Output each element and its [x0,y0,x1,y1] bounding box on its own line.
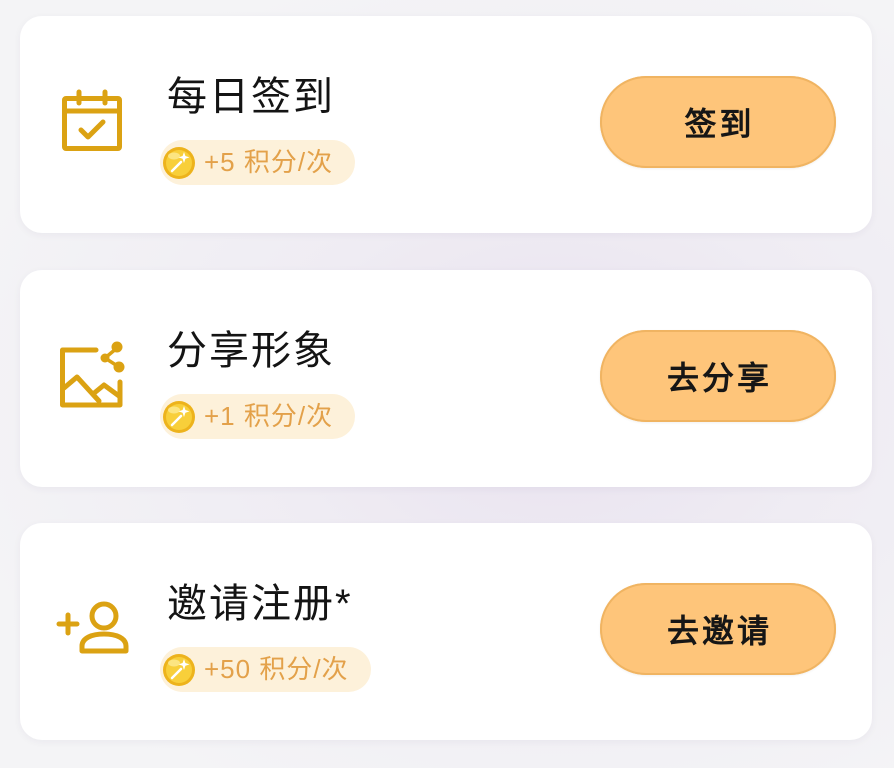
reward-text: +50 积分/次 [204,654,349,684]
share-button[interactable]: 去分享 [600,330,836,422]
reward-badge: +50 积分/次 [160,647,371,692]
checkin-button[interactable]: 签到 [600,76,836,168]
task-title: 邀请注册* [167,582,353,626]
coin-icon [162,400,196,434]
reward-badge: +1 积分/次 [160,394,356,439]
task-title: 分享形象 [167,329,335,373]
task-card-daily-checkin: 每日签到 +5 积分/次 签到 [20,16,872,233]
calendar-check-icon [60,89,124,153]
reward-badge: +5 积分/次 [160,140,356,185]
add-user-icon [55,599,131,655]
coin-icon [162,653,196,687]
reward-text: +5 积分/次 [204,147,334,177]
task-card-invite: 邀请注册* +50 积分/次 去邀请 [20,523,872,740]
image-share-icon [58,338,130,410]
invite-button[interactable]: 去邀请 [600,583,836,675]
task-card-share: 分享形象 +1 积分/次 去分享 [20,270,872,487]
task-title: 每日签到 [167,75,335,119]
reward-text: +1 积分/次 [204,401,334,431]
coin-icon [162,146,196,180]
